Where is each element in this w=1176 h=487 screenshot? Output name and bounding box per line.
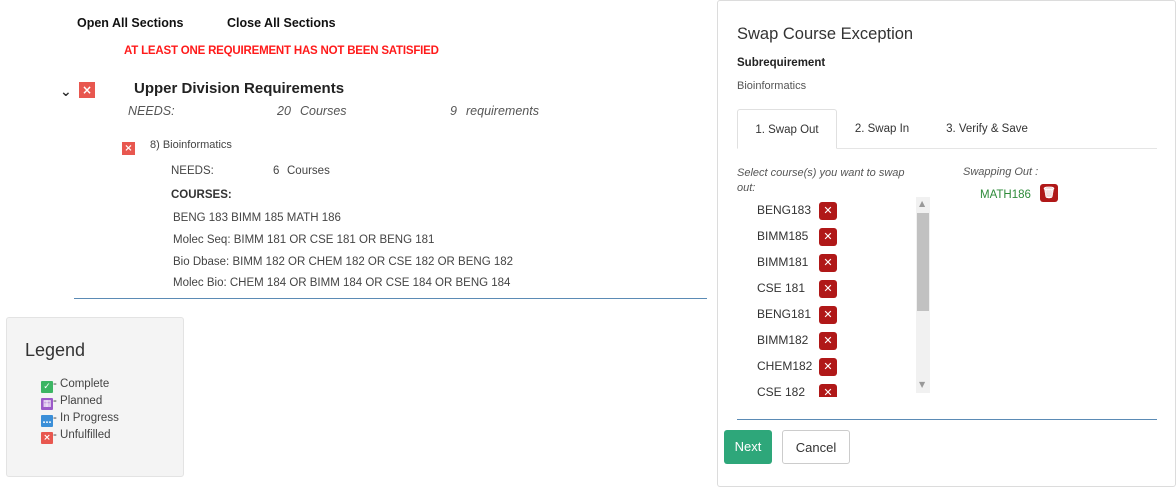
legend-label: - Unfulfilled bbox=[53, 429, 111, 441]
list-item: CHEM182 ✕ bbox=[757, 353, 937, 379]
subrequirement-title[interactable]: 8) Bioinformatics bbox=[150, 139, 232, 151]
remove-x-icon[interactable]: ✕ bbox=[819, 228, 837, 246]
course-code: CHEM182 bbox=[757, 359, 813, 373]
course-code: BENG183 bbox=[757, 203, 812, 217]
legend-label: - In Progress bbox=[53, 412, 119, 424]
course-code: CSE 181 bbox=[757, 281, 806, 295]
select-prompt-line: Select course(s) you want to swap bbox=[737, 167, 905, 179]
course-list: BENG183 ✕ BIMM185 ✕ BIMM181 ✕ CSE 181 ✕ BENG… bbox=[757, 197, 937, 397]
legend-title: Legend bbox=[25, 340, 86, 360]
requirement-warning: AT LEAST ONE REQUIREMENT HAS NOT BEEN SA… bbox=[124, 45, 439, 57]
list-item: BENG183 ✕ bbox=[757, 197, 937, 223]
course-code: BIMM185 bbox=[757, 229, 809, 243]
subrequirement-value: Bioinformatics bbox=[737, 80, 807, 92]
unfulfilled-x-icon: × bbox=[79, 82, 95, 98]
requirements-unit: requirements bbox=[466, 104, 539, 118]
modal-title: Swap Course Exception bbox=[737, 25, 914, 43]
remove-x-icon[interactable]: ✕ bbox=[819, 202, 837, 220]
list-item: BIMM185 ✕ bbox=[757, 223, 937, 249]
list-item: CSE 182 ✕ bbox=[757, 379, 937, 397]
tab-swap-in[interactable]: 2. Swap In bbox=[842, 109, 922, 149]
open-all-sections-link[interactable]: Open All Sections bbox=[77, 16, 184, 30]
calendar-icon: ▦ bbox=[41, 398, 53, 410]
sub-needs-label: NEEDS: bbox=[171, 165, 214, 177]
trash-icon[interactable]: 🗑 bbox=[1040, 184, 1058, 202]
legend-item-in-progress: … - In Progress bbox=[41, 411, 119, 428]
next-button[interactable]: Next bbox=[724, 430, 772, 464]
course-code: CSE 182 bbox=[757, 385, 806, 397]
remove-x-icon[interactable]: ✕ bbox=[819, 280, 837, 298]
cancel-button[interactable]: Cancel bbox=[782, 430, 850, 464]
legend-item-planned: ▦ - Planned bbox=[41, 394, 119, 411]
course-line: BENG 183 BIMM 185 MATH 186 bbox=[173, 212, 341, 224]
select-prompt: Select course(s) you want to swap out: bbox=[737, 166, 905, 196]
course-list-scrollbar[interactable]: ▲ ▼ bbox=[916, 197, 930, 393]
remove-x-icon[interactable]: ✕ bbox=[819, 358, 837, 376]
legend-item-unfulfilled: × - Unfulfilled bbox=[41, 428, 119, 445]
tab-verify-save[interactable]: 3. Verify & Save bbox=[932, 109, 1042, 149]
needs-unit: Courses bbox=[300, 104, 347, 118]
legend-label: - Planned bbox=[53, 395, 103, 407]
course-code: BIMM181 bbox=[757, 255, 809, 269]
swapping-out-label: Swapping Out : bbox=[963, 166, 1039, 178]
subrequirement-label: Subrequirement bbox=[737, 57, 826, 69]
scroll-up-icon[interactable]: ▲ bbox=[919, 199, 925, 208]
needs-label: NEEDS: bbox=[128, 104, 175, 118]
list-item: CSE 181 ✕ bbox=[757, 275, 937, 301]
list-item: BIMM182 ✕ bbox=[757, 327, 937, 353]
tab-swap-out[interactable]: 1. Swap Out bbox=[737, 109, 837, 149]
select-prompt-line: out: bbox=[737, 182, 756, 194]
legend-item-complete: ✓ - Complete bbox=[41, 377, 119, 394]
section-title[interactable]: Upper Division Requirements bbox=[134, 80, 344, 97]
courses-label: COURSES: bbox=[171, 189, 232, 201]
course-line: Bio Dbase: BIMM 182 OR CHEM 182 OR CSE 1… bbox=[173, 256, 514, 268]
check-icon: ✓ bbox=[41, 381, 53, 393]
course-line: Molec Bio: CHEM 184 OR BIMM 184 OR CSE 1… bbox=[173, 277, 511, 289]
close-all-sections-link[interactable]: Close All Sections bbox=[227, 16, 336, 30]
list-item: BIMM181 ✕ bbox=[757, 249, 937, 275]
course-line: Molec Seq: BIMM 181 OR CSE 181 OR BENG 1… bbox=[173, 234, 435, 246]
needs-count: 20 bbox=[277, 104, 291, 118]
legend-label: - Complete bbox=[53, 378, 110, 390]
unfulfilled-x-icon: × bbox=[122, 142, 135, 155]
dots-icon: … bbox=[41, 415, 53, 427]
remove-x-icon[interactable]: ✕ bbox=[819, 384, 837, 397]
remove-x-icon[interactable]: ✕ bbox=[819, 306, 837, 324]
sub-needs-unit: Courses bbox=[287, 165, 330, 177]
chevron-down-icon[interactable]: ⌄ bbox=[60, 84, 72, 100]
remove-x-icon[interactable]: ✕ bbox=[819, 332, 837, 350]
scroll-down-icon[interactable]: ▼ bbox=[919, 380, 925, 389]
course-code: BENG181 bbox=[757, 307, 812, 321]
x-icon: × bbox=[41, 432, 53, 444]
list-item: BENG181 ✕ bbox=[757, 301, 937, 327]
remove-x-icon[interactable]: ✕ bbox=[819, 254, 837, 272]
sub-needs-count: 6 bbox=[273, 165, 280, 177]
footer-divider bbox=[737, 419, 1157, 420]
course-code: BIMM182 bbox=[757, 333, 809, 347]
swapping-out-course: MATH186 bbox=[980, 189, 1031, 201]
swap-course-modal: Swap Course Exception Subrequirement Bio… bbox=[717, 0, 1176, 487]
scroll-thumb[interactable] bbox=[917, 213, 929, 311]
requirements-count: 9 bbox=[450, 104, 457, 118]
section-divider bbox=[74, 298, 707, 299]
legend-panel: Legend ✓ - Complete ▦ - Planned … - In Prog… bbox=[6, 317, 184, 477]
